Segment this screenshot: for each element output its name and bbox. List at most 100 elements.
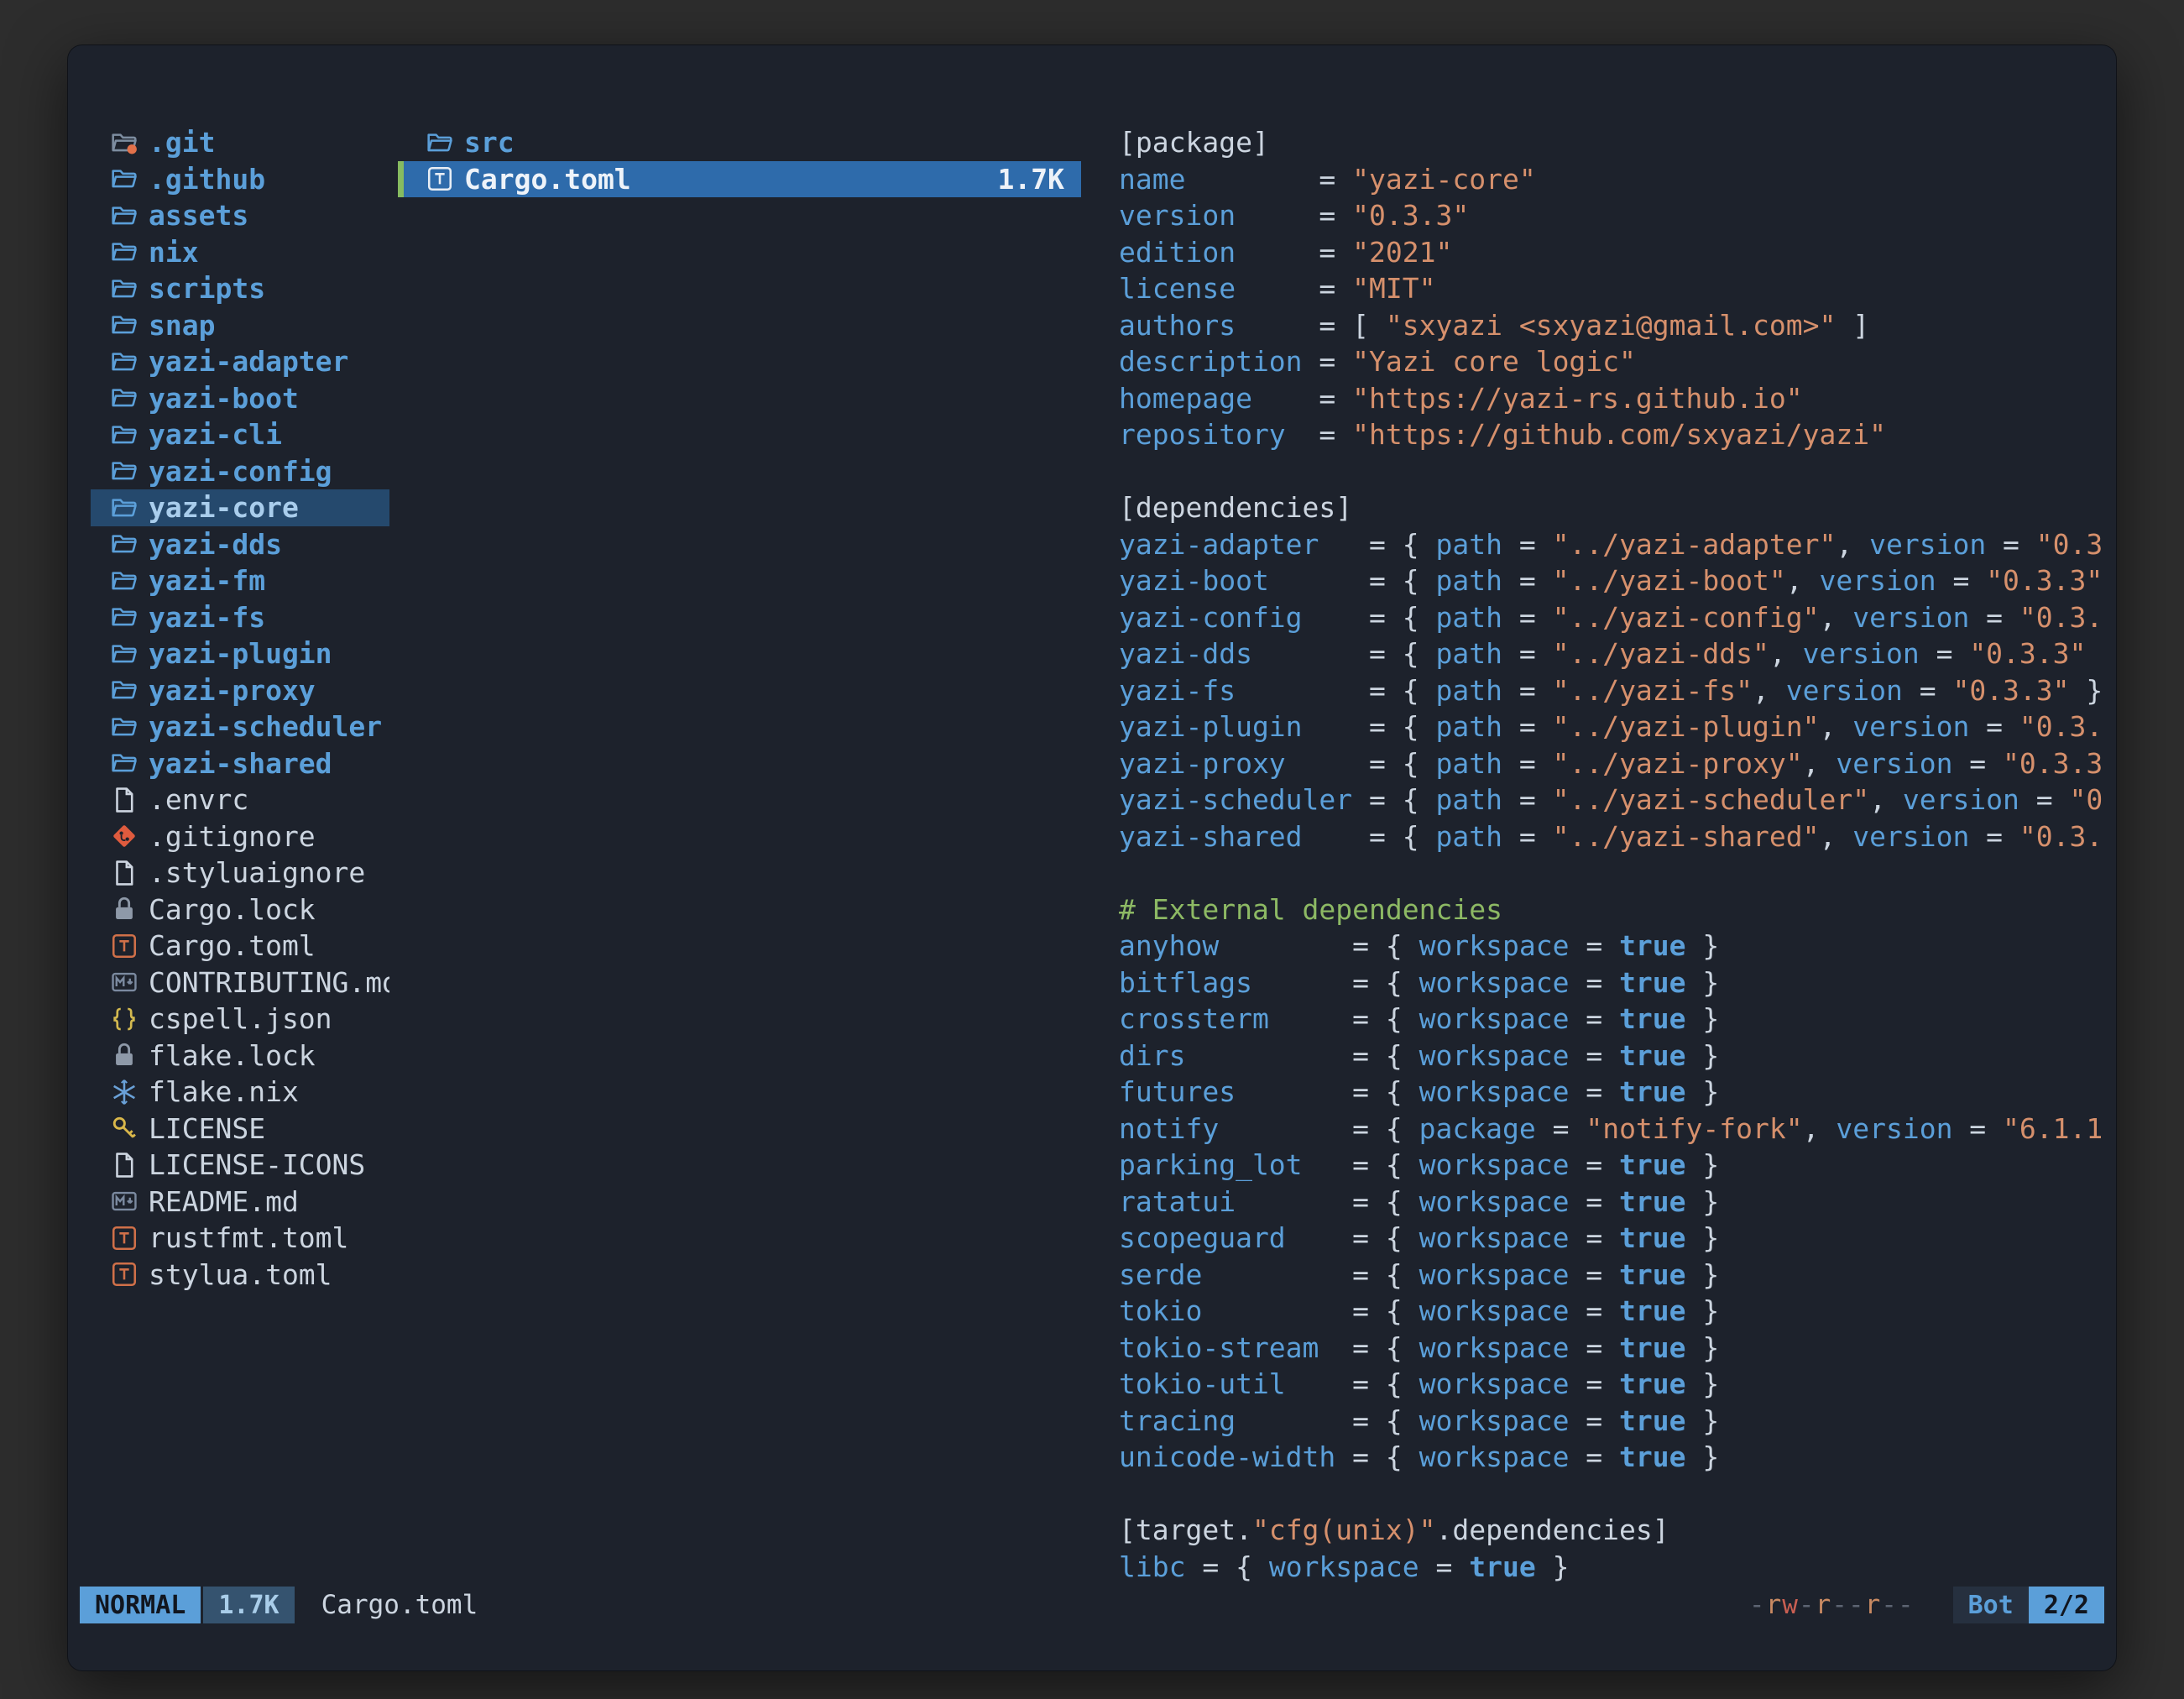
file-name: yazi-proxy — [149, 674, 316, 707]
file-row[interactable]: Cargo.lock — [91, 891, 389, 928]
file-row[interactable]: scripts — [91, 270, 389, 307]
folder-icon — [110, 749, 149, 777]
yazi-terminal-window: .git.githubassets nixscriptssnapyazi-adap… — [67, 44, 2117, 1671]
file-name: .gitignore — [149, 820, 316, 853]
file-row[interactable]: CONTRIBUTING.md — [91, 965, 389, 1001]
folder-icon — [110, 676, 149, 704]
folder-icon — [110, 421, 149, 449]
file-icon — [110, 859, 149, 887]
file-name: yazi-config — [149, 455, 332, 488]
file-row[interactable]: yazi-core — [91, 489, 389, 526]
folder-icon — [110, 457, 149, 485]
file-row[interactable]: Cargo.toml — [91, 928, 389, 965]
file-name: yazi-shared — [149, 747, 332, 780]
file-row[interactable]: yazi-cli — [91, 416, 389, 453]
file-row[interactable]: snap — [91, 307, 389, 344]
file-row[interactable]: .styluaignore — [91, 855, 389, 891]
file-row[interactable]: rustfmt.toml — [91, 1220, 389, 1257]
file-name: yazi-adapter — [149, 345, 348, 378]
file-row[interactable]: yazi-shared — [91, 745, 389, 782]
preview-line: yazi-fs = { path = "../yazi-fs", version… — [1119, 672, 2109, 709]
file-name: LICENSE — [149, 1112, 265, 1145]
preview-line: authors = [ "sxyazi <sxyazi@gmail.com>" … — [1119, 307, 2109, 344]
status-filename: Cargo.toml — [321, 1590, 478, 1620]
preview-line: notify = { package = "notify-fork", vers… — [1119, 1111, 2109, 1147]
toml-icon — [110, 932, 149, 960]
file-name: assets — [149, 199, 248, 232]
json-icon — [110, 1005, 149, 1033]
file-name: Cargo.toml — [464, 163, 631, 196]
preview-line: tokio = { workspace = true } — [1119, 1293, 2109, 1330]
file-row[interactable]: README.md — [91, 1184, 389, 1221]
file-row[interactable]: assets — [91, 197, 389, 234]
file-row[interactable]: yazi-fm — [91, 562, 389, 599]
folder-icon — [426, 128, 464, 157]
preview-line — [1119, 855, 2109, 891]
preview-line: yazi-config = { path = "../yazi-config",… — [1119, 599, 2109, 636]
file-name: .envrc — [149, 783, 248, 816]
file-name: nix — [149, 236, 199, 269]
file-row[interactable]: .gitignore — [91, 818, 389, 855]
folder-icon — [110, 567, 149, 595]
file-permissions: -rw-r--r-- — [1749, 1590, 1915, 1620]
file-row[interactable]: yazi-fs — [91, 599, 389, 636]
status-bar: NORMAL 1.7K Cargo.toml -rw-r--r-- Bot 2/… — [80, 1587, 2104, 1623]
file-row[interactable]: .envrc — [91, 782, 389, 818]
file-icon — [110, 786, 149, 814]
file-row[interactable]: flake.nix — [91, 1074, 389, 1111]
toml-icon — [426, 165, 464, 193]
git-folder-icon — [110, 128, 149, 157]
file-preview-pane[interactable]: [package]name = "yazi-core"version = "0.… — [1119, 124, 2109, 1583]
file-name: README.md — [149, 1185, 299, 1218]
preview-line — [1119, 453, 2109, 490]
toml-icon — [110, 1260, 149, 1289]
preview-line: homepage = "https://yazi-rs.github.io" — [1119, 380, 2109, 417]
file-name: scripts — [149, 272, 265, 305]
file-row[interactable]: src — [398, 124, 1081, 161]
preview-line: bitflags = { workspace = true } — [1119, 965, 2109, 1001]
lock-icon — [110, 895, 149, 923]
file-row[interactable]: yazi-proxy — [91, 672, 389, 709]
folder-icon — [110, 311, 149, 339]
file-icon — [110, 1151, 149, 1179]
file-row[interactable]: Cargo.toml 1.7K — [398, 161, 1081, 198]
file-row[interactable]: stylua.toml — [91, 1257, 389, 1294]
file-name: yazi-dds — [149, 528, 282, 561]
file-row[interactable]: .github — [91, 161, 389, 198]
status-bar-right: -rw-r--r-- Bot 2/2 — [1749, 1587, 2104, 1623]
preview-line: unicode-width = { workspace = true } — [1119, 1439, 2109, 1476]
preview-line: parking_lot = { workspace = true } — [1119, 1147, 2109, 1184]
preview-line: yazi-plugin = { path = "../yazi-plugin",… — [1119, 708, 2109, 745]
preview-line: [package] — [1119, 124, 2109, 161]
file-row[interactable]: nix — [91, 234, 389, 271]
panes-container: .git.githubassets nixscriptssnapyazi-adap… — [91, 124, 2109, 1583]
file-name: yazi-boot — [149, 382, 299, 415]
file-row[interactable]: cspell.json — [91, 1001, 389, 1038]
preview-line: serde = { workspace = true } — [1119, 1257, 2109, 1294]
file-row[interactable]: yazi-dds — [91, 526, 389, 563]
preview-line: [dependencies] — [1119, 489, 2109, 526]
file-row[interactable]: yazi-plugin — [91, 635, 389, 672]
file-row[interactable]: LICENSE — [91, 1111, 389, 1147]
preview-line: tokio-stream = { workspace = true } — [1119, 1330, 2109, 1367]
preview-line: name = "yazi-core" — [1119, 161, 2109, 198]
desktop-background: { "app": { "name": "yazi file manager" }… — [0, 0, 2184, 1699]
file-row[interactable]: LICENSE-ICONS — [91, 1147, 389, 1184]
file-name: LICENSE-ICONS — [149, 1148, 365, 1181]
file-size-badge: 1.7K — [203, 1587, 294, 1623]
file-size: 1.7K — [998, 163, 1076, 196]
preview-line: [target."cfg(unix)".dependencies] — [1119, 1512, 2109, 1549]
file-name: cspell.json — [149, 1002, 332, 1035]
file-name: .styluaignore — [149, 856, 365, 889]
folder-icon — [110, 238, 149, 266]
preview-line: tracing = { workspace = true } — [1119, 1403, 2109, 1440]
preview-line: yazi-shared = { path = "../yazi-shared",… — [1119, 818, 2109, 855]
file-row[interactable]: yazi-scheduler — [91, 708, 389, 745]
file-row[interactable]: flake.lock — [91, 1038, 389, 1074]
file-row[interactable]: yazi-boot — [91, 380, 389, 417]
markdown-icon — [110, 1187, 149, 1215]
toml-icon — [110, 1224, 149, 1252]
file-row[interactable]: .git — [91, 124, 389, 161]
file-row[interactable]: yazi-config — [91, 453, 389, 490]
file-row[interactable]: yazi-adapter — [91, 343, 389, 380]
